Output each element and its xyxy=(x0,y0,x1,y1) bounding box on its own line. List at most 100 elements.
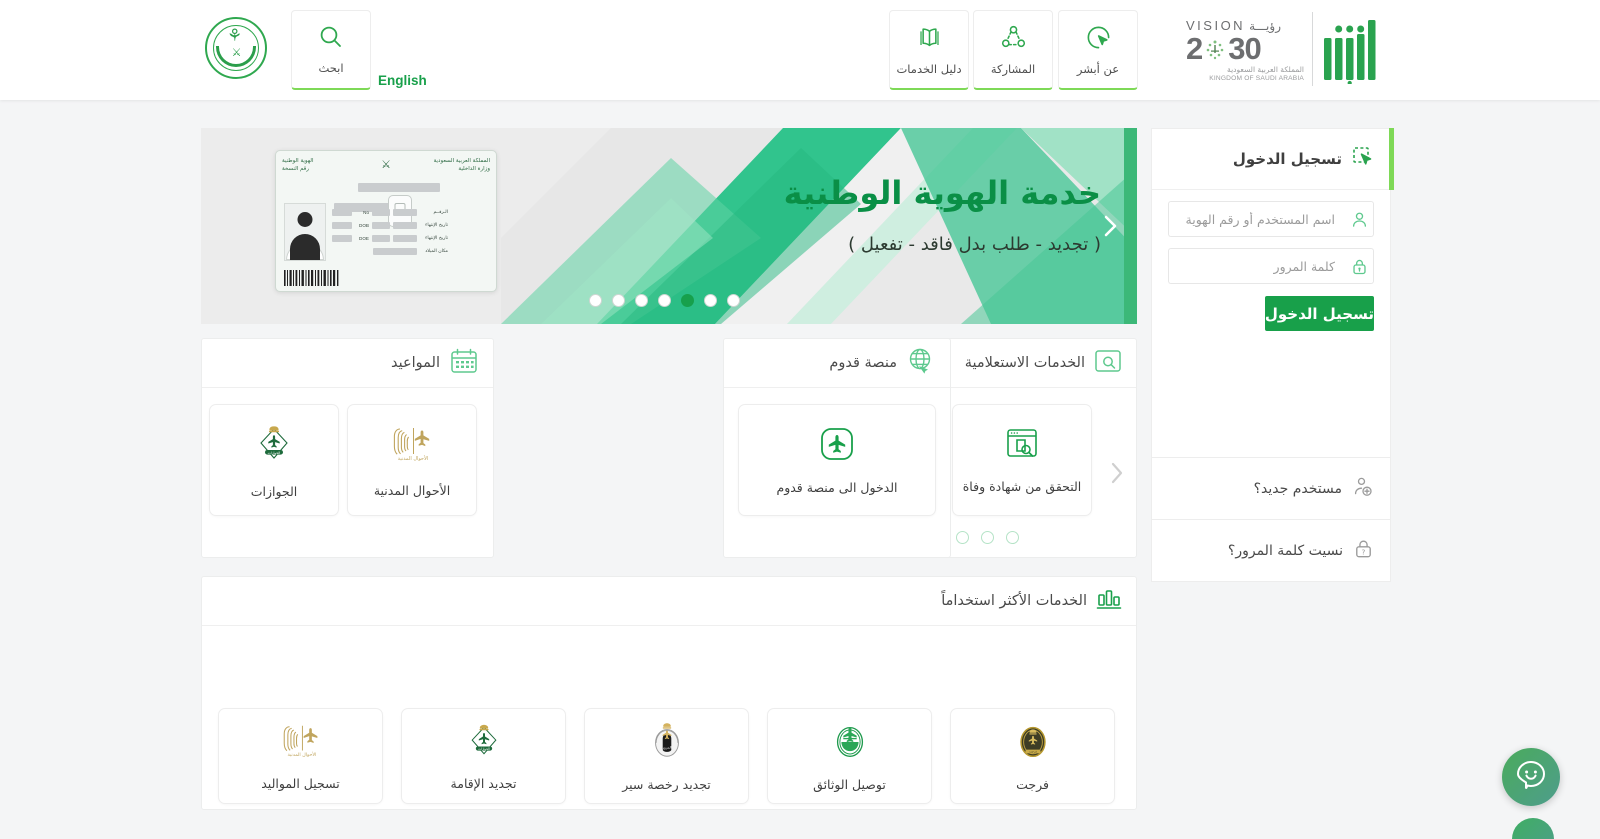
info-dot[interactable] xyxy=(1006,531,1019,544)
new-user-link[interactable]: مستخدم جديد؟ xyxy=(1151,458,1391,520)
delivery-emblem-icon xyxy=(830,720,870,766)
service-tile-civil-affairs[interactable]: الأحوال المدنية الأحوال المدنية xyxy=(347,404,477,516)
login-panel-header: تسجيل الدخول xyxy=(1152,129,1390,190)
hero-dot[interactable] xyxy=(612,294,625,307)
service-tile-passports[interactable]: الجوازات الجوازات xyxy=(209,404,339,516)
absher-logo[interactable] xyxy=(1320,14,1378,86)
idcard-field-label-ar: تاريخ الإنتهاء xyxy=(425,222,448,228)
svg-text:الجوازات: الجوازات xyxy=(268,450,281,454)
username-input[interactable] xyxy=(1168,201,1345,237)
hero-dot[interactable] xyxy=(589,294,602,307)
idcard-top-left-line1: الهوية الوطنية xyxy=(282,158,314,164)
idcard-field-label-ar: مكان الميلاد xyxy=(425,248,448,254)
absher-portal-page: ⚔ ابحث English عن أبشر المشاركة دليل الخ… xyxy=(0,0,1600,839)
idcard-field-row: تاريخ الإنتهاء DOB xyxy=(332,220,448,230)
login-panel-title: تسجيل الدخول xyxy=(1232,150,1342,168)
idcard-field-label-ar: تاريخ الإنتهاء xyxy=(425,235,448,241)
chat-widget-secondary-button[interactable] xyxy=(1512,818,1554,839)
most-used-tile-renew-residency[interactable]: الجوازات تجديد الإقامة xyxy=(401,708,566,804)
idcard-field-label-en: No xyxy=(363,209,369,215)
services-cards-row: الخدمات الاستعلامية التحقق من شهادة وفاة… xyxy=(201,338,1137,558)
idcard-top-right-line1: المملكة العربية السعودية xyxy=(433,158,490,164)
ministry-of-interior-logo[interactable]: ⚔ xyxy=(205,17,267,79)
service-tile-label: التحقق من شهادة وفاة xyxy=(962,478,1082,494)
svg-text:الأحوال المدنية: الأحوال المدنية xyxy=(287,751,316,758)
username-field-row xyxy=(1168,201,1374,237)
chat-widget-button[interactable] xyxy=(1502,748,1560,806)
password-input[interactable] xyxy=(1168,248,1345,284)
hero-right-rail xyxy=(1124,128,1137,324)
idcard-photo xyxy=(284,203,326,261)
open-book-icon xyxy=(916,24,943,51)
card-qadoum-platform: منصة قدوم الدخول الى منصة قدوم xyxy=(723,338,951,558)
civil-affairs-icon: الأحوال المدنية xyxy=(279,721,323,765)
user-icon xyxy=(1345,201,1374,237)
password-field-row xyxy=(1168,248,1374,284)
hero-dot[interactable] xyxy=(635,294,648,307)
most-used-tile-label: تجديد الإقامة xyxy=(450,776,517,791)
calendar-icon xyxy=(449,347,479,379)
login-submit-button[interactable]: تسجيل الدخول xyxy=(1264,296,1374,331)
svg-text:الأحوال المدنية: الأحوال المدنية xyxy=(398,455,429,462)
vision-number-left: 2 xyxy=(1186,31,1203,66)
vision-2030-logo: رؤيـــة VISION 30 2 المملكة العربية السع… xyxy=(1186,18,1304,82)
idcard-fields: الـرقــم No تاريخ الإنتهاء DOB تاريخ الإ… xyxy=(332,207,448,259)
nav-item-services-guide[interactable]: دليل الخدمات xyxy=(889,10,969,90)
english-language-link[interactable]: English xyxy=(378,73,427,88)
nav-item-participation[interactable]: المشاركة xyxy=(973,10,1053,90)
service-tile-label: الدخول الى منصة قدوم xyxy=(776,479,898,495)
svg-text:?: ? xyxy=(1362,547,1366,556)
inquiry-search-icon xyxy=(1094,348,1122,378)
vision-palm-icon xyxy=(1202,36,1228,62)
info-dot[interactable] xyxy=(981,531,994,544)
idcard-field-label-ar: الـرقــم xyxy=(433,209,448,215)
hero-dot[interactable] xyxy=(727,294,740,307)
info-dot[interactable] xyxy=(956,531,969,544)
hero-next-button[interactable] xyxy=(1097,213,1123,239)
hero-dot-active[interactable] xyxy=(681,294,694,307)
idcard-field-label-en: DOE xyxy=(359,235,369,241)
hero-carousel[interactable]: المملكة العربية السعودية وزارة الداخلية … xyxy=(201,128,1137,324)
svg-text:الجوازات: الجوازات xyxy=(478,747,490,751)
airplane-icon xyxy=(819,426,855,466)
svg-text:فرجت: فرجت xyxy=(1029,750,1037,754)
card-title: منصة قدوم xyxy=(829,355,897,371)
lock-question-icon: ? xyxy=(1353,538,1374,563)
most-used-tile-label: توصيل الوثائق xyxy=(813,777,886,792)
forgot-password-link[interactable]: ? نسيت كلمة المرور؟ xyxy=(1151,520,1391,582)
idcard-emblem-icon: ⚔ xyxy=(381,158,391,171)
farajat-emblem-icon: فرجت xyxy=(1013,720,1053,766)
vision-subtitle-latin: KINGDOM OF SAUDI ARABIA xyxy=(1209,75,1304,82)
globe-plane-icon xyxy=(906,347,936,379)
most-used-tile-label: فرجت xyxy=(1016,777,1049,792)
traffic-icon: المرور xyxy=(647,720,687,766)
site-header: ⚔ ابحث English عن أبشر المشاركة دليل الخ… xyxy=(0,0,1600,100)
vision-number-right: 30 xyxy=(1228,31,1261,66)
search-button-label: ابحث xyxy=(318,61,344,75)
hero-carousel-dots[interactable] xyxy=(589,294,740,307)
service-tile-enter-qadoum-platform[interactable]: الدخول الى منصة قدوم xyxy=(738,404,936,516)
most-used-header: الخدمات الأكثر استخداماً xyxy=(202,577,1136,626)
hero-dot[interactable] xyxy=(704,294,717,307)
most-used-title: الخدمات الأكثر استخداماً xyxy=(941,593,1087,609)
most-used-tile-document-delivery[interactable]: توصيل الوثائق xyxy=(767,708,932,804)
svg-text:المرور: المرور xyxy=(661,746,671,750)
card-header: منصة قدوم xyxy=(724,339,950,388)
nav-item-about-absher[interactable]: عن أبشر xyxy=(1058,10,1138,90)
idcard-field-row: مكان الميلاد xyxy=(332,246,448,256)
share-nodes-icon xyxy=(1000,24,1027,51)
header-divider xyxy=(1312,12,1313,86)
most-used-tile-renew-vehicle-license[interactable]: المرور تجديد رخصة سير xyxy=(584,708,749,804)
new-user-link-label: مستخدم جديد؟ xyxy=(1253,480,1342,497)
hero-dot[interactable] xyxy=(658,294,671,307)
service-tile-verify-death-certificate[interactable]: التحقق من شهادة وفاة xyxy=(952,404,1092,516)
info-carousel-next-button[interactable] xyxy=(1104,458,1128,488)
lock-icon xyxy=(1345,248,1374,284)
user-add-icon xyxy=(1352,476,1374,502)
most-used-tile-farajat[interactable]: فرجت فرجت xyxy=(950,708,1115,804)
most-used-tile-label: تسجيل المواليد xyxy=(261,776,340,791)
nav-item-label: المشاركة xyxy=(990,61,1036,76)
most-used-tile-birth-registration[interactable]: الأحوال المدنية تسجيل المواليد xyxy=(218,708,383,804)
most-used-services-section: الخدمات الأكثر استخداماً الأحوال المدنية… xyxy=(201,576,1137,810)
search-button[interactable]: ابحث xyxy=(291,10,371,90)
